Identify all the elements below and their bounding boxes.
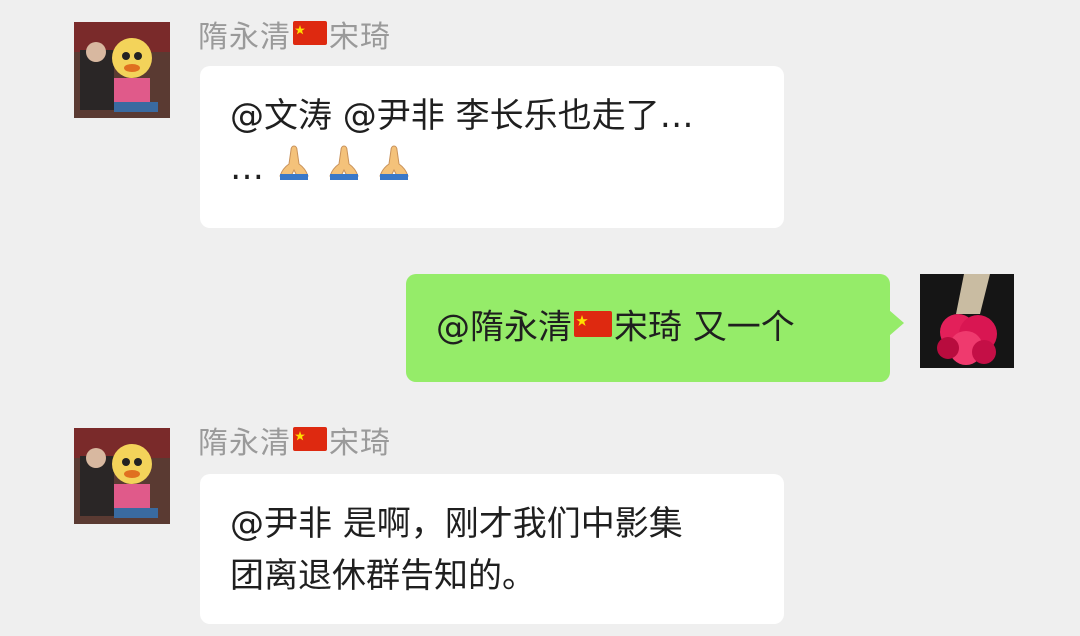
- ellipsis-text: …: [230, 148, 264, 188]
- message-text-line: @隋永清 宋琦 又一个: [436, 300, 860, 358]
- avatar-image-icon: [74, 428, 170, 524]
- sender-name-part1: 隋永清: [198, 426, 291, 461]
- sender-avatar[interactable]: [74, 428, 170, 524]
- message-bubble[interactable]: @文涛 @尹非 李长乐也走了… …: [200, 66, 784, 228]
- rose-bouquet-icon: [920, 274, 1014, 368]
- folded-hands-icon: [324, 142, 364, 197]
- mention-text: @隋永清: [436, 307, 572, 348]
- china-flag-icon: [293, 424, 327, 459]
- sender-avatar[interactable]: [74, 22, 170, 118]
- sender-name: 隋永清 宋琦: [198, 12, 391, 59]
- folded-hands-icon: [274, 142, 314, 197]
- sender-name: 隋永清 宋琦: [198, 418, 391, 465]
- china-flag-icon: [574, 300, 612, 352]
- message-text-line: @文涛 @尹非 李长乐也走了…: [230, 96, 694, 136]
- message-text-line: @尹非 是啊，刚才我们中影集: [230, 504, 683, 544]
- folded-hands-icon: [374, 142, 414, 197]
- chat-window: 隋永清 宋琦 @文涛 @尹非 李长乐也走了… … @隋永清 宋琦 又一个 隋永清…: [0, 0, 1080, 636]
- message-text-line: 团离退休群告知的。: [230, 556, 536, 596]
- sender-name-part1: 隋永清: [198, 20, 291, 55]
- sender-name-part2: 宋琦: [329, 20, 391, 55]
- own-avatar[interactable]: [920, 274, 1014, 368]
- message-bubble[interactable]: @尹非 是啊，刚才我们中影集 团离退休群告知的。: [200, 474, 784, 624]
- avatar-image-icon: [74, 22, 170, 118]
- china-flag-icon: [293, 18, 327, 53]
- message-text-line: …: [230, 142, 754, 197]
- sender-name-part2: 宋琦: [329, 426, 391, 461]
- message-text: 宋琦 又一个: [614, 307, 795, 348]
- message-bubble[interactable]: @隋永清 宋琦 又一个: [406, 274, 904, 382]
